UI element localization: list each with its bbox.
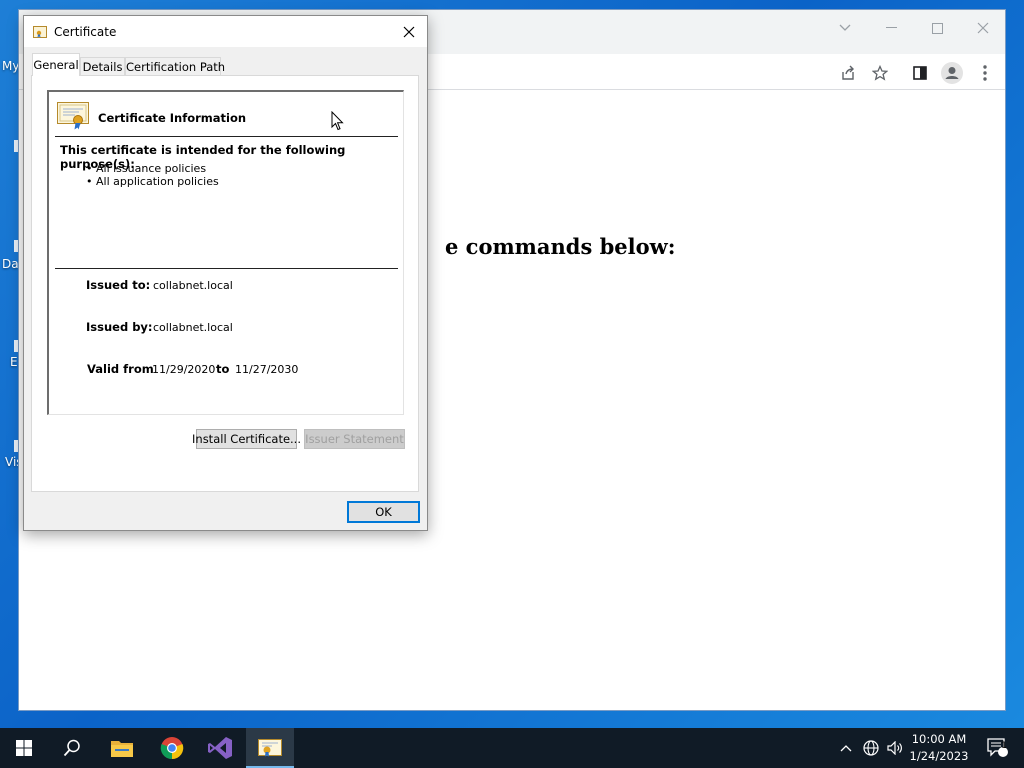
clock-time: 10:00 AM	[911, 732, 967, 746]
tab-general[interactable]: General	[32, 53, 80, 76]
dialog-titlebar[interactable]: Certificate	[24, 16, 427, 47]
tab-certification-path[interactable]: Certification Path	[125, 57, 225, 76]
issued-by-value: collabnet.local	[153, 321, 233, 334]
issuer-statement-button[interactable]: Issuer Statement	[304, 429, 405, 449]
start-icon	[16, 740, 32, 756]
file-explorer-icon	[111, 741, 133, 757]
network-button[interactable]	[860, 728, 882, 768]
dialog-close-button[interactable]	[399, 22, 419, 42]
search-icon	[63, 739, 80, 757]
valid-to-label: to	[216, 362, 230, 376]
valid-from-value: 11/29/2020	[152, 363, 216, 376]
show-hidden-icons-button[interactable]	[836, 728, 856, 768]
certificate-icon	[57, 102, 89, 130]
taskbar-app-chrome[interactable]	[148, 728, 196, 768]
notification-count: 1	[1001, 741, 1007, 751]
notification-center-button[interactable]: 1	[978, 728, 1018, 768]
mouse-cursor-icon	[331, 111, 344, 131]
menu-icon[interactable]	[973, 61, 997, 85]
chevron-up-icon	[840, 745, 852, 752]
dialog-title: Certificate	[54, 25, 117, 39]
network-globe-icon	[863, 740, 879, 756]
sidebar-icon[interactable]	[908, 61, 932, 85]
issued-to-label: Issued to:	[86, 278, 151, 292]
valid-to-value: 11/27/2030	[235, 363, 299, 376]
certificate-info-box: Certificate Information This certificate…	[47, 90, 404, 415]
install-certificate-button[interactable]: Install Certificate...	[192, 429, 301, 449]
close-icon	[403, 26, 415, 38]
close-icon[interactable]	[960, 14, 1006, 42]
volume-icon	[887, 741, 902, 755]
search-button[interactable]	[48, 728, 96, 768]
tab-search-icon[interactable]	[822, 14, 868, 42]
certificate-icon	[33, 26, 47, 38]
desktop-icon-label[interactable]: E	[10, 355, 18, 369]
star-icon[interactable]	[868, 61, 892, 85]
certificate-app-icon	[258, 739, 282, 757]
divider	[55, 268, 398, 269]
issued-by-label: Issued by:	[86, 320, 153, 334]
issued-to-value: collabnet.local	[153, 279, 233, 292]
certificate-dialog: Certificate General Details Certificatio…	[23, 15, 428, 531]
tab-details[interactable]: Details	[80, 57, 125, 76]
share-icon[interactable]	[836, 61, 860, 85]
ok-button[interactable]: OK	[347, 501, 420, 523]
volume-button[interactable]	[884, 728, 906, 768]
taskbar-clock[interactable]: 10:00 AM 1/24/2023	[904, 731, 974, 765]
taskbar-app-file-explorer[interactable]	[98, 728, 146, 768]
desktop-icon-label[interactable]: My	[2, 59, 19, 73]
chrome-icon	[160, 737, 184, 760]
minimize-icon[interactable]	[868, 14, 914, 42]
visual-studio-icon	[208, 737, 232, 759]
valid-from-label: Valid from	[87, 362, 154, 376]
purpose-list: • All issuance policies • All applicatio…	[86, 162, 219, 188]
certificate-info-title: Certificate Information	[98, 111, 247, 125]
profile-icon[interactable]	[940, 61, 964, 85]
divider	[55, 136, 398, 137]
maximize-icon[interactable]	[914, 14, 960, 42]
list-item: • All application policies	[86, 175, 219, 188]
page-heading: e commands below:	[445, 234, 676, 259]
list-item: • All issuance policies	[86, 162, 207, 175]
desktop-icon-label[interactable]: Da	[2, 257, 19, 271]
taskbar: 10:00 AM 1/24/2023 1	[0, 728, 1024, 768]
start-button[interactable]	[0, 728, 48, 768]
clock-date: 1/24/2023	[909, 749, 969, 763]
general-tab-panel: Certificate Information This certificate…	[31, 75, 419, 492]
taskbar-app-visual-studio[interactable]	[196, 728, 244, 768]
taskbar-app-certificate[interactable]	[246, 728, 294, 768]
